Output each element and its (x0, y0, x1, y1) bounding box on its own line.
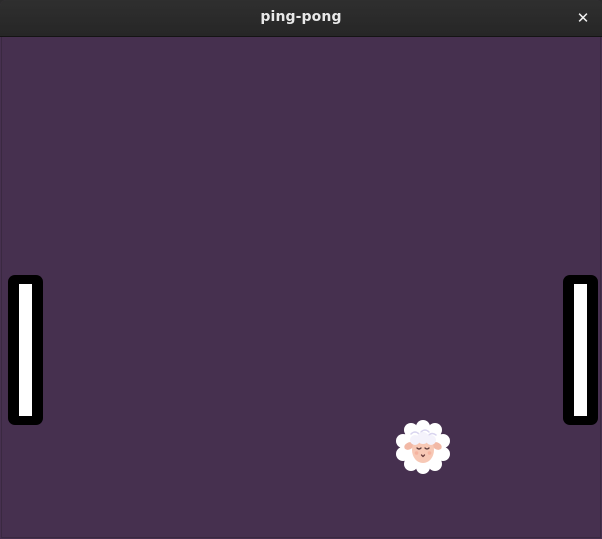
right-paddle-fill (572, 284, 589, 416)
game-window: ping-pong ✕ (0, 0, 602, 539)
sheep-icon (396, 420, 450, 474)
sheep-ball (393, 417, 453, 477)
game-canvas[interactable] (1, 37, 601, 538)
left-paddle-fill (17, 284, 34, 416)
left-paddle (8, 275, 43, 425)
close-icon: ✕ (576, 9, 590, 27)
right-paddle (563, 275, 598, 425)
window-title: ping-pong (260, 9, 342, 25)
title-bar[interactable]: ping-pong ✕ (0, 0, 602, 37)
close-button[interactable]: ✕ (572, 7, 594, 29)
